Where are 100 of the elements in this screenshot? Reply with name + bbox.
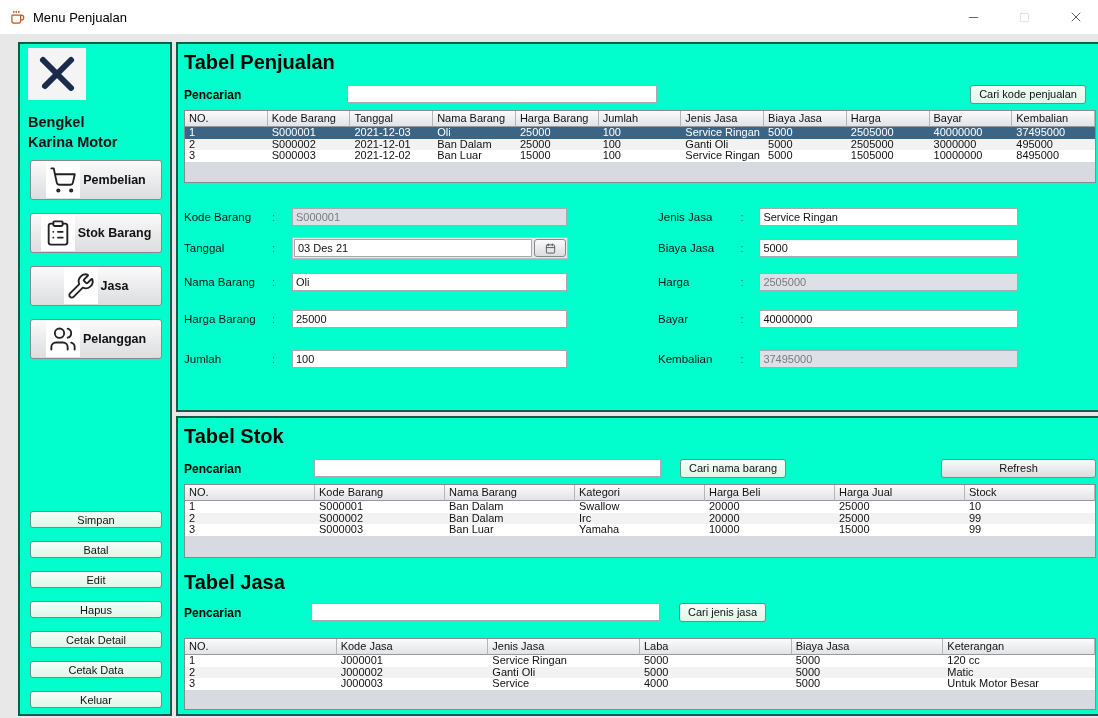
text-field[interactable]: 25000 (292, 310, 567, 328)
table-cell-text: 2021-12-02 (353, 150, 412, 162)
text-field[interactable]: Oli (292, 273, 567, 291)
field-label: Kembalian (658, 353, 714, 365)
people-icon (48, 325, 77, 353)
table-cell-text: 1505000 (849, 150, 895, 162)
table-cell-text: J000001 (339, 655, 384, 667)
column-header[interactable]: Harga Beli (705, 485, 835, 501)
table-cell-text: Service (491, 678, 530, 690)
tools-icon (37, 55, 77, 93)
text-field[interactable]: 100 (292, 350, 567, 368)
colon: : (740, 313, 745, 325)
column-header[interactable]: NO. (185, 111, 268, 127)
column-header[interactable]: Kembalian (1012, 111, 1095, 127)
table-cell-text: 100 (601, 127, 622, 139)
table-row[interactable]: 3 S000003 Ban Luar Yamaha 10000 15000 99 (185, 524, 1095, 536)
table-cell-text: 25000 (518, 138, 552, 150)
table-cell-text: Ban Luar (436, 150, 483, 162)
table-cell-text: Service Ringan (491, 655, 568, 667)
column-header[interactable]: Keterangan (943, 639, 1095, 655)
search-button[interactable]: Cari nama barang (680, 458, 787, 478)
action-button[interactable]: Edit (30, 571, 162, 588)
table-cell-text: S000002 (270, 138, 317, 150)
table-cell-text: 40000000 (932, 127, 984, 139)
column-header[interactable]: NO. (185, 639, 337, 655)
column-header[interactable]: Kode Jasa (336, 639, 489, 655)
search-field[interactable] (311, 603, 660, 621)
search-label: Pencarian (184, 462, 242, 476)
column-header[interactable]: Jumlah (598, 111, 682, 127)
table-cell-text: 99 (968, 524, 983, 536)
table-cell-text: Ban Dalam (436, 138, 493, 150)
table-cell-text: 100 (601, 150, 622, 162)
action-button[interactable]: Cetak Data (30, 661, 162, 678)
nav-button[interactable]: Stok Barang (30, 213, 162, 253)
table-row[interactable]: 1 S000001 2021-12-03 Oli 25000 100 Service Ringan 5000 2505000 40000000 37495000 (185, 127, 1095, 139)
table-cell-text: 495000 (1015, 138, 1054, 150)
column-header[interactable]: Nama Barang (433, 111, 516, 127)
column-header[interactable]: Stock (965, 485, 1095, 501)
table-cell-text: 5000 (767, 150, 794, 162)
field-label: Nama Barang (184, 276, 256, 288)
nav-button[interactable]: Pembelian (30, 160, 162, 200)
table-row[interactable]: 1 J000001 Service Ringan 5000 5000 120 cc (185, 655, 1095, 667)
table-cell-text: 20000 (708, 501, 741, 513)
action-button[interactable]: Simpan (30, 511, 162, 528)
brand-name: Bengkel (28, 113, 86, 132)
refresh-button[interactable]: Refresh (941, 458, 1096, 478)
table-cell-text: 2 (188, 666, 197, 678)
text-field[interactable]: 5000 (759, 239, 1018, 257)
column-header[interactable]: Nama Barang (445, 485, 575, 501)
column-header[interactable]: Jenis Jasa (681, 111, 765, 127)
field-label: Tanggal (184, 242, 226, 254)
search-button[interactable]: Cari jenis jasa (679, 602, 767, 622)
text-field[interactable]: Service Ringan (759, 208, 1018, 226)
table-cell-text: Yamaha (578, 524, 621, 536)
table-cell-text: Service Ringan (684, 150, 761, 162)
maximize-icon[interactable] (1019, 11, 1030, 23)
table-row[interactable]: 3 J000003 Service 4000 5000 Untuk Motor Besar (185, 678, 1095, 690)
column-header[interactable]: Harga (846, 111, 930, 127)
table-cell-text: Irc (578, 512, 593, 524)
column-header[interactable]: Harga Barang (515, 111, 599, 127)
search-field[interactable] (347, 85, 657, 103)
table-cell-text: 5000 (794, 666, 822, 678)
table-row[interactable]: 1 S000001 Ban Dalam Swallow 20000 25000 10 (185, 501, 1095, 513)
column-header[interactable]: Jenis Jasa (488, 639, 640, 655)
field-label: Bayar (658, 313, 690, 325)
table-row[interactable]: 3 S000003 2021-12-02 Ban Luar 15000 100 Service Ringan 5000 1505000 10000000 8495000 (185, 150, 1095, 162)
nav-button[interactable]: Jasa (30, 266, 162, 306)
table-cell-text: 10 (968, 501, 983, 513)
action-button[interactable]: Keluar (30, 691, 162, 708)
column-header[interactable]: Kategori (575, 485, 705, 501)
text-field[interactable]: 40000000 (759, 310, 1018, 328)
table-cell-text: 3 (188, 678, 197, 690)
table-cell-text: 5000 (767, 127, 794, 139)
column-header[interactable]: Harga Jual (835, 485, 965, 501)
column-header[interactable]: NO. (185, 485, 315, 501)
window-title: Menu Penjualan (33, 9, 128, 25)
action-button[interactable]: Cetak Detail (30, 631, 162, 648)
search-button[interactable]: Cari kode penjualan (970, 84, 1086, 104)
column-header[interactable]: Bayar (929, 111, 1013, 127)
table-cell-text: 120 cc (946, 655, 981, 667)
column-header[interactable]: Laba (640, 639, 792, 655)
table-cell-text: Service Ringan (684, 127, 761, 139)
column-header[interactable]: Kode Barang (315, 485, 445, 501)
colon: : (740, 211, 745, 223)
table-cell-text: 3000000 (932, 138, 978, 150)
action-button[interactable]: Batal (30, 541, 162, 558)
column-header[interactable]: Kode Barang (267, 111, 351, 127)
colon: : (740, 353, 745, 365)
table-cell-text: 2 (188, 512, 197, 524)
column-header[interactable]: Biaya Jasa (764, 111, 847, 127)
action-button[interactable]: Hapus (30, 601, 162, 618)
column-header[interactable]: Biaya Jasa (791, 639, 944, 655)
nav-button[interactable]: Pelanggan (30, 319, 162, 359)
table-cell-text: Ban Luar (448, 524, 495, 536)
date-field[interactable]: 03 Des 21 (294, 239, 532, 257)
table-cell-text: 99 (968, 512, 983, 524)
search-field[interactable] (314, 459, 661, 477)
table-cell-text: 25000 (518, 127, 552, 139)
calendar-button[interactable] (534, 239, 566, 257)
column-header[interactable]: Tanggal (350, 111, 434, 127)
